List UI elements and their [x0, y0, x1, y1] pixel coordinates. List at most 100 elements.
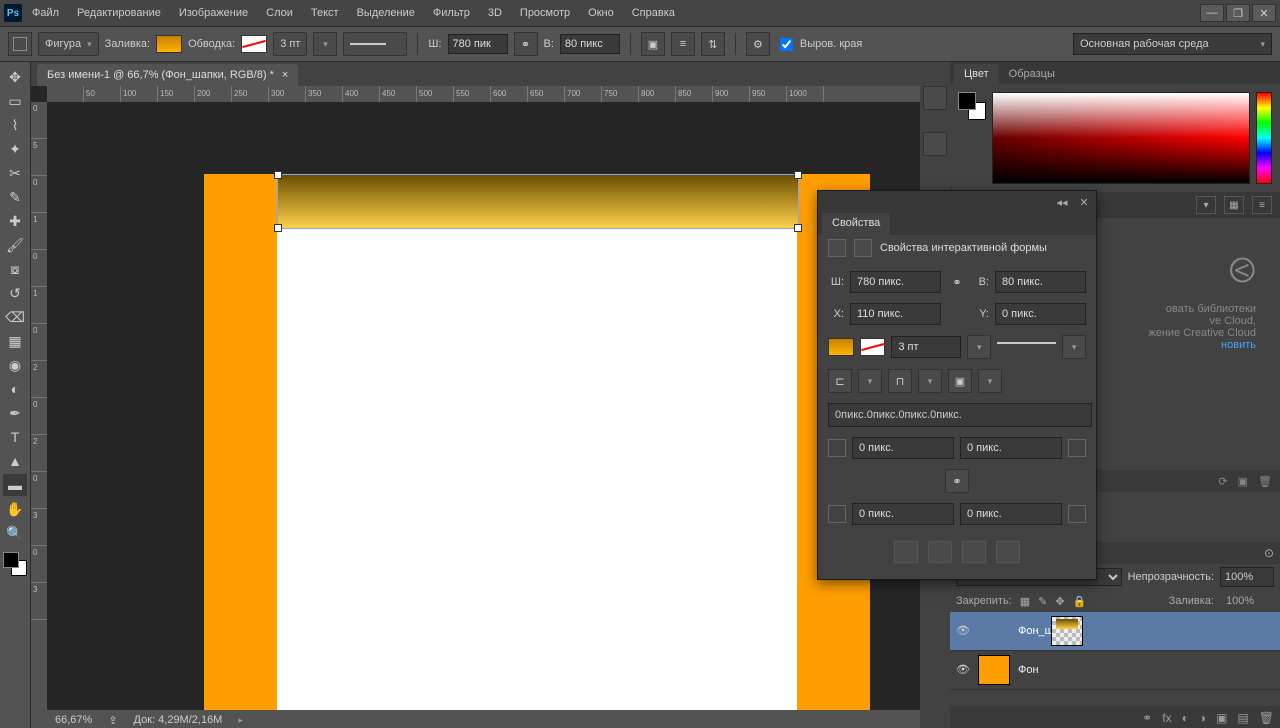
share-icon[interactable]: ⇪: [108, 714, 117, 727]
shape-mode-select[interactable]: Фигура ▾: [38, 32, 99, 56]
workspace-selector[interactable]: Основная рабочая среда▾: [1073, 33, 1272, 55]
stroke-swatch[interactable]: [860, 338, 886, 356]
fill-swatch[interactable]: [156, 35, 182, 53]
hue-slider[interactable]: [1256, 92, 1272, 184]
corner-br-input[interactable]: 0 пикс.: [960, 503, 1062, 525]
menu-select[interactable]: Выделение: [357, 7, 415, 19]
mask-icon[interactable]: ◐: [1182, 711, 1189, 725]
align-ops[interactable]: ≡: [671, 32, 695, 56]
stamp-tool[interactable]: ⧇: [3, 258, 27, 280]
pen-tool[interactable]: ✒: [3, 402, 27, 424]
history-brush-tool[interactable]: ↺: [3, 282, 27, 304]
handle-bl[interactable]: [274, 224, 282, 232]
align-edges-checkbox[interactable]: Выров. края: [776, 35, 862, 54]
stroke-options[interactable]: ▾: [313, 32, 337, 56]
corner-tl-input[interactable]: 0 пикс.: [852, 437, 954, 459]
tool-preset[interactable]: [8, 32, 32, 56]
layer-row[interactable]: 👁 Фон_шапки: [950, 612, 1280, 651]
menu-filter[interactable]: Фильтр: [433, 7, 470, 19]
fg-bg-colors[interactable]: [3, 552, 27, 576]
new-layer-icon[interactable]: ▤: [1237, 711, 1248, 725]
link-corners-icon[interactable]: ⚭: [945, 469, 969, 493]
lib-action-icon[interactable]: ⟳: [1218, 475, 1227, 488]
y-input[interactable]: 0 пикс.: [995, 303, 1086, 325]
layer-name[interactable]: Фон: [1018, 664, 1039, 676]
handle-tr[interactable]: [794, 171, 802, 179]
move-tool[interactable]: ✥: [3, 66, 27, 88]
canvas-viewport[interactable]: [47, 102, 920, 710]
pathop-icon[interactable]: [996, 541, 1020, 563]
menu-image[interactable]: Изображение: [179, 7, 248, 19]
menu-help[interactable]: Справка: [632, 7, 675, 19]
pathop-icon[interactable]: [894, 541, 918, 563]
heal-tool[interactable]: ✚: [3, 210, 27, 232]
marquee-tool[interactable]: ▭: [3, 90, 27, 112]
corner-tr-input[interactable]: 0 пикс.: [960, 437, 1062, 459]
menu-edit[interactable]: Редактирование: [77, 7, 161, 19]
width-input[interactable]: [448, 34, 508, 54]
grid-view-icon[interactable]: ▦: [1224, 196, 1244, 214]
zoom-tool[interactable]: 🔍: [3, 522, 27, 544]
dropdown-icon[interactable]: ▾: [918, 369, 942, 393]
pathop-icon[interactable]: [962, 541, 986, 563]
lock-paint-icon[interactable]: ✎: [1038, 595, 1047, 608]
visibility-icon[interactable]: 👁: [956, 624, 970, 638]
fill-swatch[interactable]: [828, 338, 854, 356]
crop-tool[interactable]: ✂: [3, 162, 27, 184]
menu-window[interactable]: Окно: [588, 7, 614, 19]
lock-pixels-icon[interactable]: ▦: [1020, 595, 1030, 608]
properties-tab[interactable]: Свойства: [822, 213, 890, 235]
document-tab[interactable]: Без имени-1 @ 66,7% (Фон_шапки, RGB/8) *…: [37, 64, 298, 86]
collapsed-panel-icon[interactable]: [923, 132, 947, 156]
trash-icon[interactable]: 🗑: [1259, 711, 1274, 725]
dodge-tool[interactable]: ◐: [3, 378, 27, 400]
arrange-ops[interactable]: ⇅: [701, 32, 725, 56]
lock-move-icon[interactable]: ✥: [1055, 595, 1064, 608]
eyedropper-tool[interactable]: ✎: [3, 186, 27, 208]
panel-collapse-icon[interactable]: ◂◂: [1054, 195, 1070, 209]
trash-icon[interactable]: 🗑: [1258, 475, 1272, 488]
stroke-style[interactable]: [997, 342, 1056, 358]
menu-file[interactable]: Файл: [32, 7, 59, 19]
pathop-icon[interactable]: [928, 541, 952, 563]
link-wh-icon[interactable]: ⚭: [514, 32, 538, 56]
height-input[interactable]: [560, 34, 620, 54]
list-view-icon[interactable]: ≡: [1252, 196, 1272, 214]
handle-br[interactable]: [794, 224, 802, 232]
eraser-tool[interactable]: ⌫: [3, 306, 27, 328]
color-tab[interactable]: Цвет: [954, 64, 999, 84]
lib-dropdown[interactable]: ▾: [1196, 196, 1216, 214]
lock-all-icon[interactable]: 🔒: [1073, 595, 1087, 608]
stroke-width-input[interactable]: 3 пт: [891, 336, 961, 358]
path-ops[interactable]: ▣: [641, 32, 665, 56]
opacity-input[interactable]: 100%: [1220, 567, 1274, 587]
gear-icon[interactable]: ⚙: [746, 32, 770, 56]
gradient-tool[interactable]: ▦: [3, 330, 27, 352]
layer-thumbnail[interactable]: [1051, 616, 1083, 646]
lib-action-icon[interactable]: ▣: [1238, 475, 1248, 488]
cap-style[interactable]: ⊏: [828, 369, 852, 393]
layer-thumbnail[interactable]: [978, 655, 1010, 685]
dropdown-icon[interactable]: ▾: [978, 369, 1002, 393]
join-style[interactable]: ⊓: [888, 369, 912, 393]
dropdown-icon[interactable]: ▾: [858, 369, 882, 393]
stroke-width-input[interactable]: 3 пт: [273, 32, 307, 56]
color-fg-bg[interactable]: [958, 92, 986, 120]
fx-icon[interactable]: fx: [1162, 711, 1171, 725]
close-icon[interactable]: ✕: [1076, 195, 1092, 209]
x-input[interactable]: 110 пикс.: [850, 303, 941, 325]
wand-tool[interactable]: ✦: [3, 138, 27, 160]
adjustment-icon[interactable]: ◑: [1199, 711, 1206, 725]
window-close[interactable]: ✕: [1252, 4, 1276, 22]
stroke-style[interactable]: [343, 32, 407, 56]
path-select-tool[interactable]: ▲: [3, 450, 27, 472]
group-icon[interactable]: ▣: [1216, 711, 1227, 725]
link-icon[interactable]: ⚭: [947, 272, 967, 292]
handle-tl[interactable]: [274, 171, 282, 179]
dropdown-icon[interactable]: ▾: [1062, 335, 1086, 359]
zoom-level[interactable]: 66,67%: [55, 714, 92, 726]
blur-tool[interactable]: ◉: [3, 354, 27, 376]
close-tab-icon[interactable]: ×: [282, 69, 288, 81]
lasso-tool[interactable]: ⌇: [3, 114, 27, 136]
link-layers-icon[interactable]: ⚭: [1142, 711, 1152, 725]
